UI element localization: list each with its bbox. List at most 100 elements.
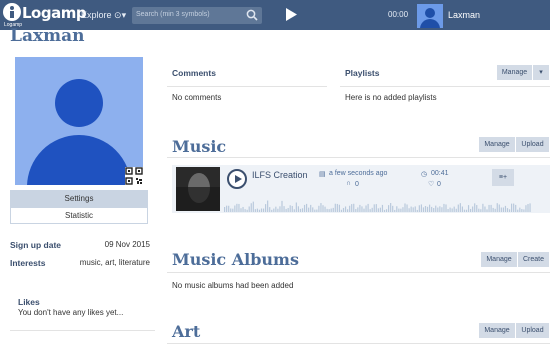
waveform-bar bbox=[252, 201, 254, 212]
waveform-bar bbox=[492, 207, 494, 212]
track-play-button[interactable] bbox=[227, 169, 247, 189]
waveform-bar bbox=[435, 205, 437, 212]
waveform-bar bbox=[396, 206, 398, 212]
logo[interactable]: Logamp Logamp bbox=[3, 3, 87, 28]
track-title[interactable]: ILFS Creation bbox=[252, 170, 308, 180]
waveform-bar bbox=[322, 205, 324, 212]
waveform-bar bbox=[511, 203, 513, 212]
art-manage-button[interactable]: Manage bbox=[479, 323, 515, 338]
avatar-body bbox=[420, 19, 440, 28]
comments-title: Comments bbox=[172, 68, 216, 78]
playlists-manage-button[interactable]: Manage bbox=[497, 65, 532, 80]
waveform-bar bbox=[351, 204, 353, 212]
waveform-bar bbox=[265, 204, 267, 212]
track-listens: 0 bbox=[355, 181, 359, 188]
waveform-bar bbox=[256, 208, 258, 212]
albums-manage-button[interactable]: Manage bbox=[481, 252, 517, 267]
track-cover bbox=[176, 167, 220, 211]
waveform-bar bbox=[447, 209, 449, 212]
waveform-bar bbox=[529, 203, 531, 212]
waveform-bar bbox=[496, 203, 498, 212]
waveform-bar bbox=[230, 208, 232, 212]
waveform-bar bbox=[277, 208, 279, 212]
art-title: Art bbox=[172, 322, 201, 341]
waveform-bar bbox=[332, 207, 334, 212]
waveform-bar bbox=[347, 209, 349, 212]
waveform-bar bbox=[443, 203, 445, 212]
music-albums-title: Music Albums bbox=[172, 250, 299, 269]
waveform-bar bbox=[334, 203, 336, 212]
playlists-text: Here is no added playlists bbox=[345, 93, 437, 102]
qr-code-icon[interactable] bbox=[125, 167, 143, 185]
waveform-bar bbox=[306, 203, 308, 212]
explore-menu[interactable]: Explore ⊙▾ bbox=[81, 10, 126, 21]
search-input[interactable]: Search (min 3 symbols) bbox=[132, 7, 262, 24]
waveform-bar bbox=[373, 204, 375, 212]
waveform-bar bbox=[388, 205, 390, 212]
playlists-dropdown-button[interactable]: ▾ bbox=[533, 65, 549, 80]
search-icon[interactable] bbox=[246, 9, 258, 21]
track-duration: 00:41 bbox=[431, 170, 449, 177]
waveform-bar bbox=[498, 204, 500, 212]
waveform-bar bbox=[441, 207, 443, 212]
waveform-bar bbox=[295, 202, 297, 212]
waveform-bar bbox=[453, 206, 455, 212]
waveform-bar bbox=[412, 207, 414, 212]
waveform-bar bbox=[240, 208, 242, 212]
settings-button[interactable]: Settings bbox=[10, 190, 148, 207]
waveform-bar bbox=[258, 209, 261, 212]
waveform-bar bbox=[293, 209, 295, 212]
music-title: Music bbox=[172, 137, 227, 156]
user-avatar[interactable] bbox=[417, 4, 443, 28]
waveform-bar bbox=[478, 208, 480, 212]
waveform-bar bbox=[326, 208, 328, 212]
waveform-bar bbox=[363, 208, 365, 212]
waveform-bar bbox=[260, 208, 263, 212]
waveform-bar bbox=[461, 206, 463, 212]
signup-label: Sign up date bbox=[10, 240, 61, 250]
waveform-bar bbox=[349, 205, 351, 212]
waveform-bar bbox=[494, 208, 496, 212]
play-icon[interactable] bbox=[285, 8, 297, 21]
waveform-bar bbox=[271, 209, 273, 212]
user-name[interactable]: Laxman bbox=[448, 10, 480, 20]
waveform-bar bbox=[463, 209, 466, 212]
waveform-bar bbox=[506, 208, 509, 212]
avatar-head bbox=[425, 8, 435, 18]
waveform-bar bbox=[367, 203, 369, 212]
waveform[interactable] bbox=[224, 198, 534, 212]
heart-icon[interactable]: ♡ bbox=[428, 180, 434, 188]
waveform-bar bbox=[523, 209, 525, 212]
waveform-bar bbox=[484, 206, 486, 212]
waveform-bar bbox=[474, 203, 476, 212]
statistic-button[interactable]: Statistic bbox=[10, 207, 148, 224]
art-upload-button[interactable]: Upload bbox=[516, 323, 549, 338]
waveform-bar bbox=[508, 209, 511, 212]
waveform-bar bbox=[408, 208, 410, 212]
profile-name: Laxman bbox=[10, 26, 85, 46]
waveform-bar bbox=[472, 206, 474, 212]
waveform-bar bbox=[486, 209, 488, 212]
waveform-bar bbox=[465, 209, 468, 212]
music-manage-button[interactable]: Manage bbox=[479, 137, 515, 152]
add-to-queue-button[interactable]: ≡+ bbox=[492, 169, 514, 186]
music-upload-button[interactable]: Upload bbox=[516, 137, 549, 152]
waveform-bar bbox=[269, 207, 271, 212]
interests-label: Interests bbox=[10, 258, 46, 268]
waveform-bar bbox=[310, 204, 312, 212]
waveform-bar bbox=[420, 204, 422, 212]
waveform-bar bbox=[525, 205, 527, 212]
albums-create-button[interactable]: Create bbox=[518, 252, 549, 267]
waveform-bar bbox=[340, 209, 343, 212]
waveform-bar bbox=[297, 206, 299, 212]
waveform-bar bbox=[248, 206, 250, 212]
profile-photo bbox=[15, 57, 143, 185]
waveform-bar bbox=[244, 209, 246, 212]
waveform-bar bbox=[365, 205, 367, 212]
waveform-bar bbox=[527, 204, 529, 212]
waveform-bar bbox=[246, 209, 248, 212]
waveform-bar bbox=[314, 209, 316, 212]
waveform-bar bbox=[381, 204, 384, 212]
waveform-bar bbox=[359, 204, 361, 212]
photo-head bbox=[55, 79, 103, 127]
